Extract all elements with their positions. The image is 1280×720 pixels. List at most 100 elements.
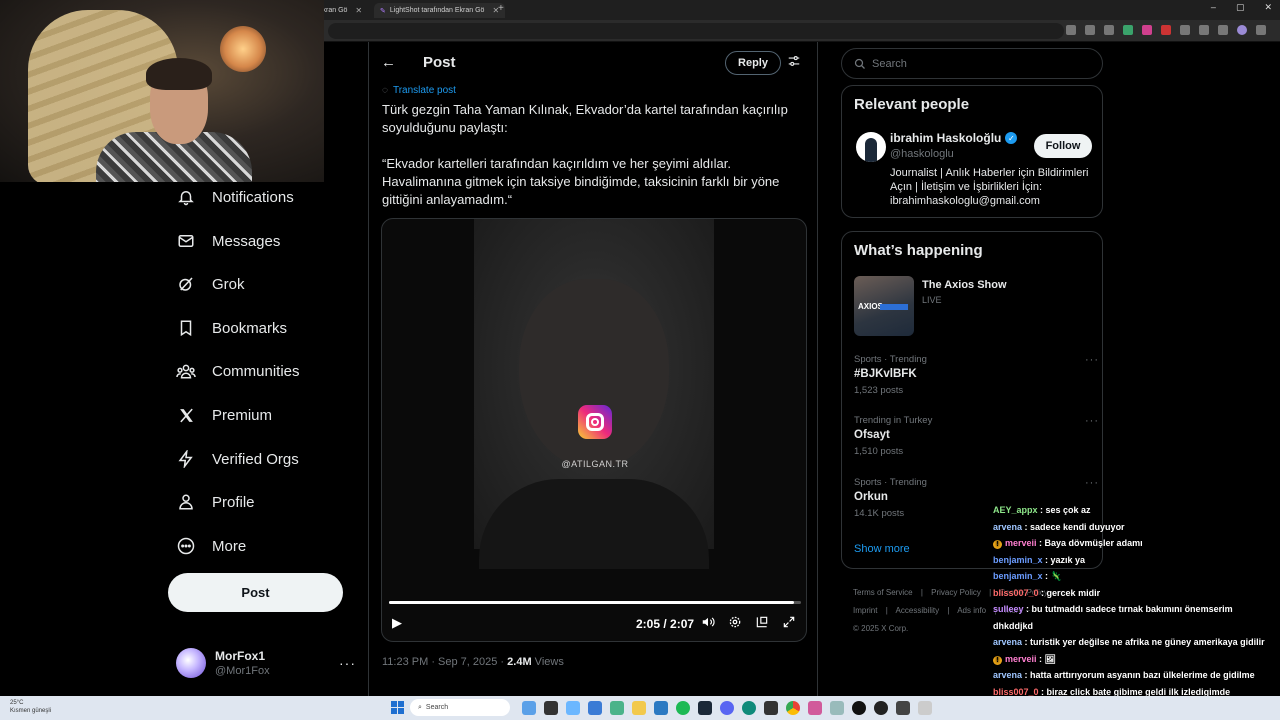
translate-icon: ◌ bbox=[382, 85, 388, 96]
footer-link[interactable]: Privacy Policy bbox=[931, 588, 981, 597]
star-icon[interactable] bbox=[1104, 25, 1114, 35]
sidebar-item-verified-orgs[interactable]: Verified Orgs bbox=[176, 449, 299, 469]
steam-icon[interactable] bbox=[698, 701, 712, 715]
sidebar-item-profile[interactable]: Profile bbox=[176, 492, 255, 512]
video-frame bbox=[474, 219, 714, 569]
weather-widget[interactable]: 25°C Kısmen güneşli bbox=[10, 699, 51, 715]
person-name[interactable]: ibrahim Haskoloğlu ✓ bbox=[890, 131, 1018, 145]
post-button[interactable]: Post bbox=[168, 573, 343, 612]
taskbar-app-icon[interactable] bbox=[808, 701, 822, 715]
profile-avatar-icon[interactable] bbox=[1237, 25, 1247, 35]
sidebar-item-messages[interactable]: Messages bbox=[176, 231, 280, 251]
edge-icon[interactable] bbox=[742, 701, 756, 715]
fullscreen-icon[interactable] bbox=[782, 615, 796, 632]
trend-context: Trending in Turkey bbox=[854, 415, 933, 426]
taskbar-app-icon[interactable] bbox=[566, 701, 580, 715]
windows-start-icon[interactable] bbox=[391, 701, 404, 714]
more-dots-icon[interactable]: ··· bbox=[1085, 354, 1099, 366]
back-arrow-icon[interactable]: ← bbox=[381, 54, 396, 71]
trend-name: Ofsayt bbox=[854, 429, 890, 441]
chat-text: : yazık ya bbox=[1042, 554, 1086, 565]
close-window-button[interactable]: ✕ bbox=[1264, 2, 1272, 13]
translate-post-link[interactable]: ◌ Translate post bbox=[382, 85, 456, 96]
more-dots-icon[interactable]: ··· bbox=[1085, 477, 1099, 489]
folder-icon[interactable] bbox=[632, 701, 646, 715]
volume-icon[interactable] bbox=[701, 615, 715, 632]
discord-icon[interactable] bbox=[720, 701, 734, 715]
sidebar-icon[interactable] bbox=[1218, 25, 1228, 35]
chat-username: benjamin_x bbox=[993, 571, 1043, 581]
taskbar-app-icon[interactable] bbox=[896, 701, 910, 715]
taskbar-search[interactable]: ⌕ Search bbox=[410, 699, 510, 716]
sidebar-item-bookmarks[interactable]: Bookmarks bbox=[176, 318, 287, 338]
chrome-icon[interactable] bbox=[786, 701, 800, 715]
chat-message: arvena : turistik yer değilse ne afrika … bbox=[993, 637, 1265, 647]
sidebar-item-label: Messages bbox=[212, 232, 281, 250]
more-dots-icon[interactable]: ··· bbox=[1085, 415, 1099, 427]
extension-icon[interactable] bbox=[1161, 25, 1171, 35]
footer-divider: | bbox=[920, 588, 923, 597]
taskbar-app-icon[interactable] bbox=[918, 701, 932, 715]
browser-tab-active[interactable]: ✎ LightShot tarafından Ekran Gö ✕ bbox=[374, 3, 506, 18]
trend-item[interactable]: Sports · Trending #BJKvlBFK 1,523 posts … bbox=[854, 354, 1099, 396]
extension-icon[interactable] bbox=[1066, 25, 1076, 35]
chat-username: merveii bbox=[1005, 538, 1037, 548]
footer-link[interactable]: Imprint bbox=[853, 606, 877, 615]
video-player[interactable]: @ATILGAN.TR ▶ 2:05 / 2:07 bbox=[381, 218, 807, 642]
chat-username: bliss007_0 bbox=[993, 686, 1039, 697]
taskbar-app-icon[interactable] bbox=[654, 701, 668, 715]
tab-label: LightShot tarafından Ekran Gö bbox=[389, 7, 485, 14]
live-thumbnail[interactable]: AXIOS bbox=[854, 276, 914, 336]
footer-link[interactable]: Accessibility bbox=[896, 606, 940, 615]
maximize-button[interactable]: ▢ bbox=[1236, 2, 1245, 13]
avatar[interactable] bbox=[856, 132, 886, 162]
sidebar-item-premium[interactable]: Premium bbox=[176, 405, 272, 425]
sidebar-item-label: Verified Orgs bbox=[212, 450, 299, 468]
menu-icon[interactable] bbox=[1256, 25, 1266, 35]
url-input[interactable] bbox=[328, 23, 1064, 39]
settings-gear-icon[interactable] bbox=[728, 615, 742, 632]
taskbar-app-icon[interactable] bbox=[588, 701, 602, 715]
account-switcher[interactable]: MorFox1 @Mor1Fox ··· bbox=[176, 646, 356, 680]
minimize-button[interactable]: – bbox=[1211, 2, 1216, 13]
spotify-icon[interactable] bbox=[676, 701, 690, 715]
footer-divider: | bbox=[947, 606, 950, 615]
chat-username: benjamin_x bbox=[993, 554, 1043, 565]
puzzle-icon[interactable] bbox=[1180, 25, 1190, 35]
sidebar-item-grok[interactable]: Grok bbox=[176, 274, 245, 294]
taskbar-app-icon[interactable] bbox=[764, 701, 778, 715]
footer-link[interactable]: Terms of Service bbox=[853, 588, 913, 597]
more-dots-icon[interactable]: ··· bbox=[339, 655, 356, 671]
sidebar-item-label: Grok bbox=[212, 275, 245, 293]
footer-link[interactable]: Ads info bbox=[957, 606, 986, 615]
close-tab-icon[interactable]: ✕ bbox=[355, 6, 362, 15]
extension-icon[interactable] bbox=[1142, 25, 1152, 35]
lamp-shape bbox=[220, 26, 266, 72]
sidebar-item-notifications[interactable]: Notifications bbox=[176, 187, 294, 207]
taskbar-app-icon[interactable] bbox=[874, 701, 888, 715]
picture-in-picture-icon[interactable] bbox=[755, 615, 769, 632]
trend-item[interactable]: Trending in Turkey Ofsayt 1,510 posts ··… bbox=[854, 415, 1099, 457]
video-progress-bar[interactable] bbox=[389, 601, 801, 604]
reply-button[interactable]: Reply bbox=[725, 51, 781, 75]
sidebar-item-communities[interactable]: Communities bbox=[176, 361, 300, 381]
follow-button[interactable]: Follow bbox=[1034, 134, 1092, 158]
search-input[interactable]: Search bbox=[841, 48, 1103, 79]
chat-message: arvena : hatta arttırıyorum asyanın bazı… bbox=[993, 670, 1255, 680]
sidebar-item-more[interactable]: More bbox=[176, 536, 246, 556]
play-icon[interactable]: ▶ bbox=[392, 615, 402, 631]
zoom-icon[interactable] bbox=[1085, 25, 1095, 35]
live-title[interactable]: The Axios Show bbox=[922, 279, 1007, 291]
settings-sliders-icon[interactable] bbox=[787, 54, 801, 71]
new-tab-button[interactable]: + bbox=[498, 3, 504, 14]
show-more-link[interactable]: Show more bbox=[854, 543, 910, 555]
taskbar-app-icon[interactable] bbox=[522, 701, 536, 715]
taskbar-app-icon[interactable] bbox=[830, 701, 844, 715]
obs-icon[interactable] bbox=[852, 701, 866, 715]
download-icon[interactable] bbox=[1199, 25, 1209, 35]
taskbar-app-icon[interactable] bbox=[544, 701, 558, 715]
chat-text: : bu tutmaddı sadece tırnak bakımını öne… bbox=[1023, 604, 1233, 614]
taskbar-app-icon[interactable] bbox=[610, 701, 624, 715]
extension-icon[interactable] bbox=[1123, 25, 1133, 35]
taskbar-apps bbox=[522, 701, 932, 715]
